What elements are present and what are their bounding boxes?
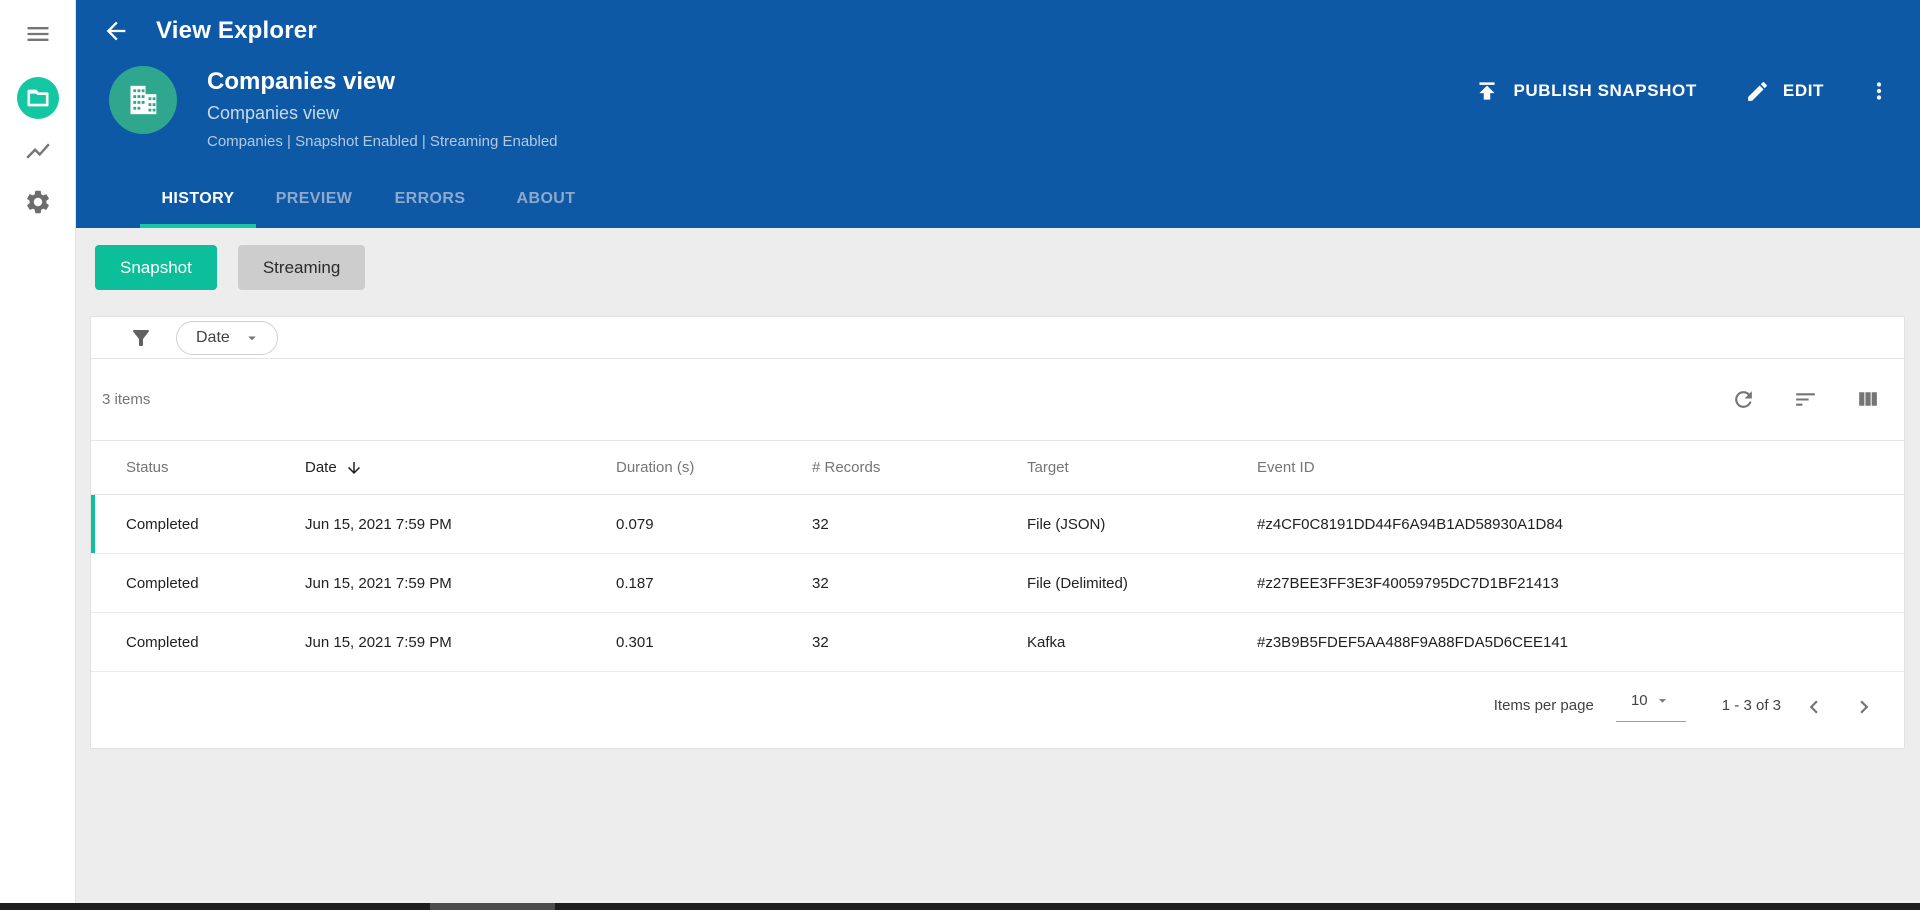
history-content: Snapshot Streaming Date 3 items Status D… [76, 228, 1920, 910]
app-root: View Explorer Companies view Companies v… [0, 0, 1920, 910]
runs-table: Status Date Duration (s) # Records Targe… [91, 440, 1904, 672]
metrics-trend-icon[interactable] [23, 139, 53, 163]
topbar: View Explorer [76, 0, 1920, 62]
snapshot-toggle-button[interactable]: Snapshot [95, 245, 217, 290]
date-filter-chip[interactable]: Date [176, 320, 278, 355]
cell-status: Completed [126, 574, 199, 592]
edit-button[interactable]: EDIT [1745, 79, 1824, 104]
tab-bar: HISTORY PREVIEW ERRORS ABOUT [140, 184, 1920, 228]
cell-date: Jun 15, 2021 7:59 PM [305, 633, 452, 651]
col-records[interactable]: # Records [812, 459, 1027, 476]
cell-event-id: #z27BEE3FF3E3F40059795DC7D1BF21413 [1257, 574, 1559, 592]
more-options-kebab-icon[interactable] [1866, 78, 1892, 104]
sort-icon[interactable] [1793, 387, 1818, 412]
tab-about[interactable]: ABOUT [488, 184, 604, 228]
next-page-chevron-icon[interactable] [1851, 694, 1877, 720]
tab-errors[interactable]: ERRORS [372, 184, 488, 228]
tab-history-label: HISTORY [161, 190, 235, 207]
page-nav [1801, 694, 1877, 720]
previous-page-chevron-icon[interactable] [1801, 694, 1827, 720]
pagination: Items per page 10 1 - 3 of 3 [91, 672, 1904, 748]
col-duration[interactable]: Duration (s) [616, 459, 812, 476]
horizontal-scrollbar[interactable] [0, 903, 1920, 910]
back-arrow-icon[interactable] [102, 17, 130, 45]
cell-records: 32 [812, 574, 829, 592]
scrollbar-thumb[interactable] [430, 903, 555, 910]
chevron-down-icon [248, 336, 256, 340]
view-title: Companies view [207, 68, 396, 95]
items-per-page-value: 10 [1630, 692, 1648, 709]
cell-status: Completed [126, 633, 199, 651]
cell-target: Kafka [1027, 633, 1066, 651]
tab-underline-spacer [372, 224, 488, 228]
cell-date: Jun 15, 2021 7:59 PM [305, 574, 452, 592]
date-filter-label: Date [196, 328, 230, 346]
cell-records: 32 [812, 515, 829, 533]
left-nav-rail [0, 0, 76, 910]
publish-snapshot-label: PUBLISH SNAPSHOT [1513, 81, 1697, 100]
upload-icon [1479, 82, 1496, 100]
tab-underline-spacer [488, 224, 604, 228]
mode-toggle-group: Snapshot Streaming [95, 245, 1905, 290]
tab-about-label: ABOUT [516, 190, 576, 207]
list-toolbar: 3 items [91, 359, 1904, 440]
col-date-label: Date [305, 459, 337, 476]
cell-status: Completed [126, 515, 199, 533]
view-header: View Explorer Companies view Companies v… [76, 0, 1920, 228]
cell-event-id: #z3B9B5FDEF5AA488F9A88FDA5D6CEE141 [1257, 633, 1569, 651]
items-count: 3 items [102, 391, 151, 408]
view-avatar-building-icon [109, 66, 177, 134]
col-date-sorted[interactable]: Date [305, 459, 616, 477]
tab-history[interactable]: HISTORY [140, 184, 256, 228]
items-per-page-label: Items per page [1493, 697, 1594, 714]
views-folder-badge-icon[interactable] [16, 77, 59, 119]
page-range: 1 - 3 of 3 [1721, 697, 1781, 714]
cell-duration: 0.079 [616, 515, 654, 533]
view-subtitle: Companies view [207, 103, 340, 123]
view-info-row: Companies view Companies view Companies … [76, 66, 1920, 150]
columns-icon[interactable] [1855, 387, 1880, 412]
header-actions: PUBLISH SNAPSHOT EDIT [1474, 78, 1920, 104]
tab-preview[interactable]: PREVIEW [256, 184, 372, 228]
sort-descending-arrow-icon [347, 461, 360, 474]
items-per-page-select[interactable]: 10 [1615, 692, 1686, 722]
view-meta: Companies | Snapshot Enabled | Streaming… [207, 133, 558, 150]
streaming-toggle-button[interactable]: Streaming [237, 245, 366, 290]
col-status[interactable]: Status [126, 459, 305, 476]
cell-target: File (JSON) [1027, 515, 1106, 533]
menu-icon[interactable] [23, 22, 53, 46]
cell-records: 32 [812, 633, 829, 651]
filter-funnel-icon[interactable] [129, 326, 153, 350]
table-row[interactable]: Completed Jun 15, 2021 7:59 PM 0.079 32 … [91, 495, 1904, 554]
page-title: View Explorer [156, 17, 317, 44]
main-column: View Explorer Companies view Companies v… [76, 0, 1920, 910]
table-header-row: Status Date Duration (s) # Records Targe… [91, 440, 1904, 495]
tab-preview-label: PREVIEW [275, 190, 353, 207]
table-row[interactable]: Completed Jun 15, 2021 7:59 PM 0.301 32 … [91, 613, 1904, 672]
refresh-icon[interactable] [1731, 387, 1756, 412]
cell-duration: 0.301 [616, 633, 654, 651]
table-row[interactable]: Completed Jun 15, 2021 7:59 PM 0.187 32 … [91, 554, 1904, 613]
active-tab-underline [140, 224, 256, 228]
edit-label: EDIT [1782, 81, 1824, 100]
cell-event-id: #z4CF0C8191DD44F6A94B1AD58930A1D84 [1257, 515, 1564, 533]
filter-row: Date [91, 317, 1904, 359]
history-card: Date 3 items Status Date Duration (s) # … [90, 316, 1905, 749]
cell-duration: 0.187 [616, 574, 654, 592]
pencil-icon [1748, 81, 1767, 101]
publish-snapshot-button[interactable]: PUBLISH SNAPSHOT [1474, 78, 1696, 104]
tab-errors-label: ERRORS [394, 190, 466, 207]
col-target[interactable]: Target [1027, 459, 1257, 476]
view-titles: Companies view Companies view Companies … [207, 68, 558, 150]
tab-underline-spacer [256, 224, 372, 228]
chevron-down-icon [1658, 699, 1666, 703]
toolbar-icons [1731, 387, 1880, 412]
col-event-id[interactable]: Event ID [1257, 459, 1904, 476]
cell-target: File (Delimited) [1027, 574, 1128, 592]
cell-date: Jun 15, 2021 7:59 PM [305, 515, 452, 533]
settings-gear-icon[interactable] [23, 189, 53, 215]
